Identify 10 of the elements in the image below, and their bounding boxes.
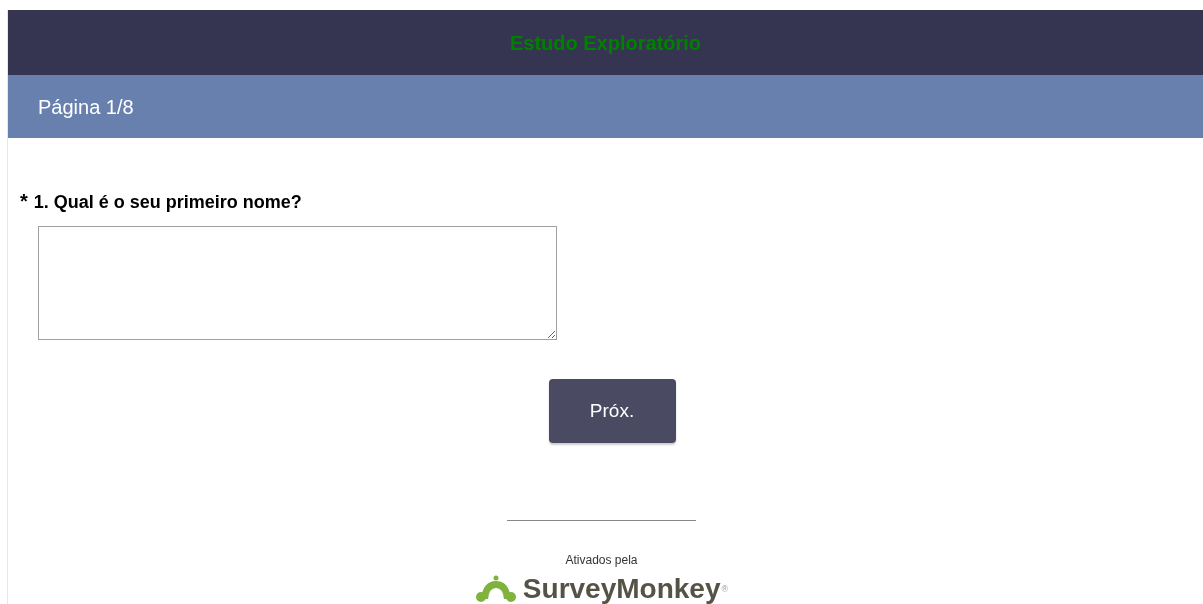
next-button[interactable]: Próx. — [548, 379, 676, 443]
question-text: 1. Qual é o seu primeiro nome? — [33, 191, 302, 214]
registered-mark: ® — [721, 583, 729, 596]
survey-title: Estudo Exploratório — [509, 30, 702, 56]
answer-box[interactable] — [38, 226, 557, 340]
brand-name: SurveyMonkey — [522, 575, 721, 603]
page-indicator: Página 1/8 — [38, 94, 134, 120]
powered-by-text: Ativados pela — [565, 552, 638, 569]
monkey-logo-icon — [474, 575, 517, 603]
required-mark: * — [20, 189, 28, 214]
